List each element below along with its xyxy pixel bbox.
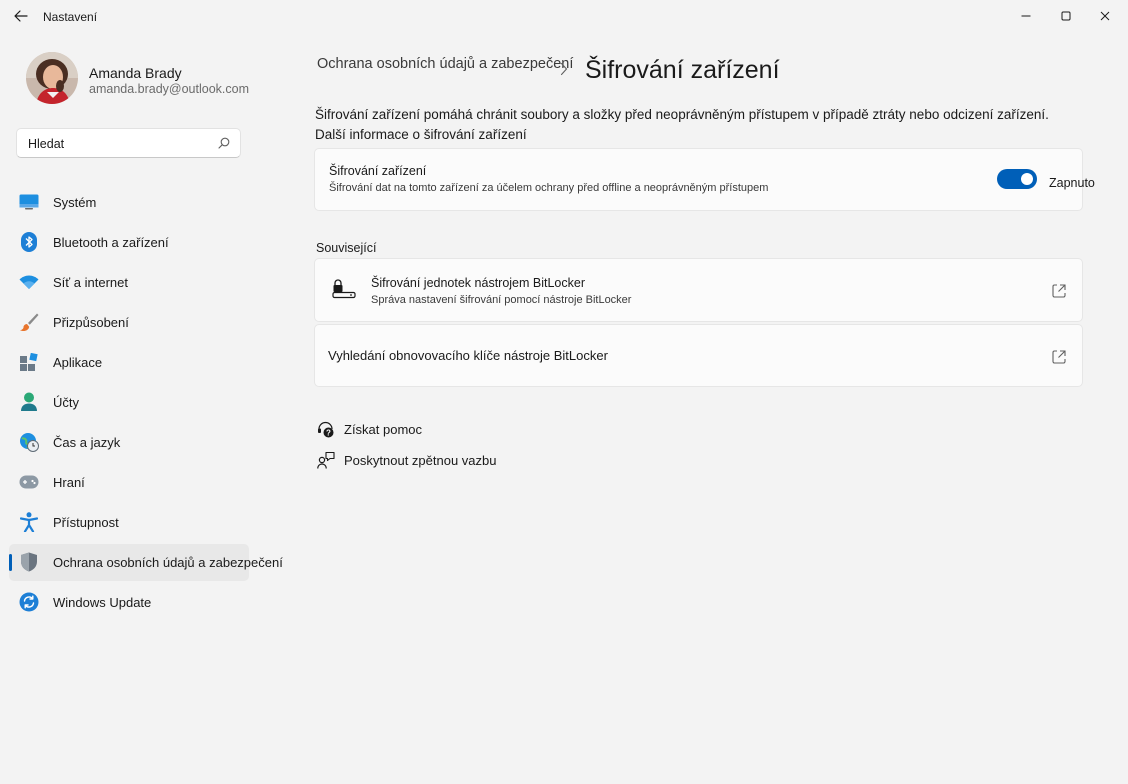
search-box[interactable] bbox=[16, 128, 241, 158]
svg-text:?: ? bbox=[326, 428, 331, 437]
maximize-icon bbox=[1061, 11, 1071, 21]
sidebar-item-accessibility[interactable]: Přístupnost bbox=[9, 504, 249, 541]
device-encryption-card: Šifrování zařízení Šifrování dat na tomt… bbox=[314, 148, 1095, 211]
card-title: Vyhledání obnovovacího klíče nástroje Bi… bbox=[328, 348, 608, 363]
help-chat-icon: ? bbox=[318, 421, 334, 438]
give-feedback-label: Poskytnout zpětnou vazbu bbox=[344, 452, 497, 468]
accessibility-icon bbox=[19, 512, 39, 532]
user-name: Amanda Brady bbox=[89, 65, 182, 81]
shield-icon bbox=[19, 552, 39, 572]
chevron-right-icon bbox=[560, 62, 568, 76]
sidebar-item-time-language[interactable]: Čas a jazyk bbox=[9, 424, 249, 461]
sidebar-nav: Systém Bluetooth a zařízení Síť a intern… bbox=[9, 184, 283, 624]
title-bar: Nastavení bbox=[0, 0, 1128, 32]
device-encryption-toggle[interactable] bbox=[997, 169, 1037, 189]
related-item-recovery-key[interactable]: Vyhledání obnovovacího klíče nástroje Bi… bbox=[314, 324, 1083, 387]
apps-icon bbox=[19, 352, 39, 372]
open-external-icon[interactable] bbox=[1051, 349, 1067, 365]
search-icon[interactable] bbox=[218, 137, 230, 149]
get-help-label: Získat pomoc bbox=[344, 421, 423, 437]
arrow-left-icon bbox=[14, 10, 28, 22]
minimize-icon bbox=[1021, 15, 1031, 17]
description-text: Šifrování zařízení pomáhá chránit soubor… bbox=[315, 107, 1049, 122]
sidebar-item-gaming[interactable]: Hraní bbox=[9, 464, 249, 501]
card-subtitle: Správa nastavení šifrování pomocí nástro… bbox=[371, 294, 632, 306]
toggle-knob bbox=[1021, 173, 1033, 185]
related-item-bitlocker[interactable]: Šifrování jednotek nástrojem BitLocker S… bbox=[314, 258, 1083, 322]
page-title: Šifrování zařízení bbox=[585, 56, 780, 84]
search-input[interactable] bbox=[28, 135, 208, 153]
maximize-button[interactable] bbox=[1046, 4, 1086, 28]
close-button[interactable] bbox=[1085, 4, 1125, 28]
sidebar-item-system[interactable]: Systém bbox=[9, 184, 249, 221]
close-icon bbox=[1100, 11, 1110, 21]
related-section-label: Související bbox=[316, 241, 377, 255]
brush-icon bbox=[19, 312, 39, 332]
sidebar-item-label: Ochrana osobních údajů a zabezpečení bbox=[53, 555, 283, 570]
sidebar-item-label: Přizpůsobení bbox=[53, 315, 129, 330]
learn-more-link[interactable]: Další informace o šifrování zařízení bbox=[315, 127, 527, 142]
back-button[interactable] bbox=[10, 6, 32, 26]
sidebar-item-windows-update[interactable]: Windows Update bbox=[9, 584, 249, 621]
user-email: amanda.brady@outlook.com bbox=[89, 82, 249, 96]
avatar[interactable] bbox=[26, 52, 78, 104]
sidebar-item-personalization[interactable]: Přizpůsobení bbox=[9, 304, 249, 341]
bitlocker-drive-icon bbox=[332, 279, 356, 299]
globe-clock-icon bbox=[19, 432, 39, 452]
gamepad-icon bbox=[19, 472, 39, 492]
card-subtitle: Šifrování dat na tomto zařízení za účele… bbox=[329, 182, 769, 194]
sidebar-item-label: Systém bbox=[53, 195, 97, 210]
get-help-link[interactable]: ? Získat pomoc bbox=[317, 420, 422, 438]
card-title: Šifrování jednotek nástrojem BitLocker bbox=[371, 276, 585, 290]
minimize-button[interactable] bbox=[1006, 4, 1046, 28]
sidebar-item-label: Bluetooth a zařízení bbox=[53, 235, 169, 250]
app-title: Nastavení bbox=[43, 10, 98, 24]
sidebar-item-apps[interactable]: Aplikace bbox=[9, 344, 249, 381]
person-icon bbox=[19, 392, 39, 412]
wifi-icon bbox=[19, 272, 39, 292]
sidebar-item-bluetooth[interactable]: Bluetooth a zařízení bbox=[9, 224, 249, 261]
sidebar-item-network[interactable]: Síť a internet bbox=[9, 264, 249, 301]
sidebar-item-label: Hraní bbox=[53, 475, 85, 490]
feedback-icon bbox=[317, 451, 335, 469]
sidebar-item-label: Čas a jazyk bbox=[53, 435, 121, 450]
sidebar-item-label: Síť a internet bbox=[53, 275, 128, 290]
sync-icon bbox=[19, 592, 39, 612]
avatar-image bbox=[26, 52, 78, 104]
bluetooth-icon bbox=[19, 232, 39, 252]
sidebar-item-label: Aplikace bbox=[53, 355, 103, 370]
sidebar-item-label: Účty bbox=[53, 395, 79, 410]
open-external-icon[interactable] bbox=[1051, 283, 1067, 299]
monitor-icon bbox=[19, 192, 39, 212]
card-title: Šifrování zařízení bbox=[329, 164, 427, 178]
sidebar-item-label: Windows Update bbox=[53, 595, 152, 610]
give-feedback-link[interactable]: Poskytnout zpětnou vazbu bbox=[317, 451, 497, 469]
sidebar-item-privacy-security[interactable]: Ochrana osobních údajů a zabezpečení bbox=[9, 544, 283, 581]
sidebar-item-label: Přístupnost bbox=[53, 515, 119, 530]
breadcrumb-parent[interactable]: Ochrana osobních údajů a zabezpečení bbox=[317, 56, 573, 72]
sidebar-item-accounts[interactable]: Účty bbox=[9, 384, 249, 421]
page-description: Šifrování zařízení pomáhá chránit soubor… bbox=[315, 105, 1075, 145]
toggle-state-label: Zapnuto bbox=[1049, 176, 1095, 190]
